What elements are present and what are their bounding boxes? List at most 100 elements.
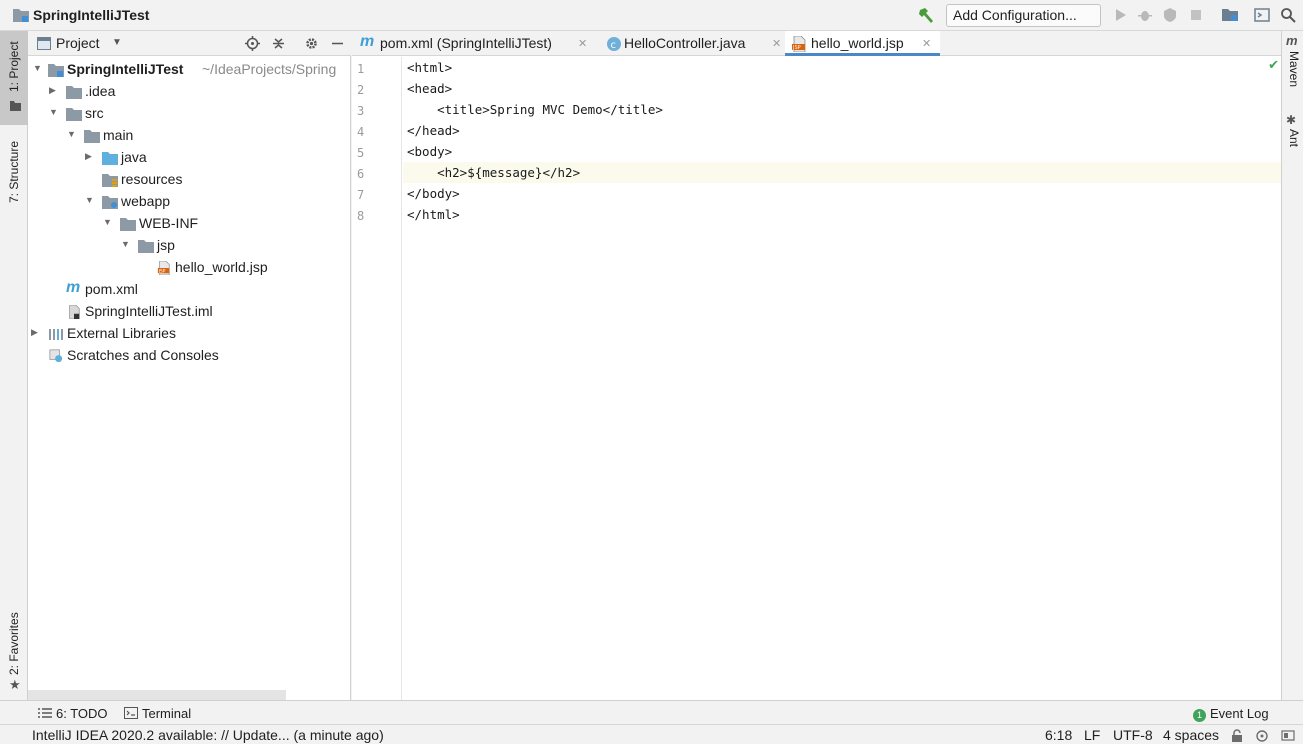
project-structure-icon[interactable] <box>1222 7 1238 23</box>
indent-setting[interactable]: 4 spaces <box>1163 727 1219 743</box>
tree-item-web-inf[interactable]: ▼ WEB-INF <box>28 213 351 235</box>
code-line[interactable]: </html> <box>403 204 1281 225</box>
tree-item-label: src <box>85 105 104 121</box>
no-problems-check-icon[interactable]: ✔ <box>1268 57 1279 73</box>
close-icon[interactable]: ✕ <box>578 37 587 50</box>
chevron-down-icon[interactable]: ▼ <box>103 217 113 227</box>
memory-indicator-icon[interactable] <box>1281 728 1295 742</box>
project-folder-icon <box>13 9 29 22</box>
run-icon[interactable] <box>1112 7 1128 23</box>
build-hammer-icon[interactable] <box>917 6 935 24</box>
tree-item-external-libraries[interactable]: ▶ External Libraries <box>28 323 351 345</box>
stop-icon[interactable] <box>1188 7 1204 23</box>
coverage-icon[interactable] <box>1162 7 1178 23</box>
collapse-all-icon[interactable] <box>271 36 286 51</box>
tab-label: hello_world.jsp <box>811 35 904 51</box>
tab-project[interactable]: 1: Project <box>0 31 28 125</box>
search-icon[interactable] <box>1280 7 1296 23</box>
tab-hello-world-jsp[interactable]: JSP hello_world.jsp ✕ <box>785 31 940 56</box>
tab-structure[interactable]: 7: Structure <box>0 127 28 227</box>
event-log-button[interactable]: 1 Event Log <box>1193 706 1269 722</box>
folder-icon <box>120 218 136 231</box>
tab-ant[interactable]: ✱ Ant <box>1285 113 1303 173</box>
tree-item-label: SpringIntelliJTest <box>67 61 184 77</box>
line-number-gutter: 1 2 3 4 5 6 7 8 <box>352 57 402 700</box>
chevron-down-icon[interactable]: ▼ <box>33 63 43 73</box>
code-line[interactable]: <head> <box>403 78 1281 99</box>
debug-icon[interactable] <box>1137 7 1153 23</box>
tree-item-webapp[interactable]: ▼ webapp <box>28 191 351 213</box>
close-icon[interactable]: ✕ <box>922 37 931 50</box>
tree-item-label: webapp <box>121 193 171 209</box>
line-separator[interactable]: LF <box>1084 727 1100 743</box>
tree-item-iml[interactable]: SpringIntelliJTest.iml <box>28 301 351 323</box>
code-editor[interactable]: <html> <head> <title>Spring MVC Demo</ti… <box>403 57 1281 700</box>
tree-item-label: WEB-INF <box>139 215 199 231</box>
add-configuration-button[interactable]: Add Configuration... <box>946 4 1101 27</box>
maven-icon: m <box>66 279 81 296</box>
todo-list-icon <box>38 708 52 718</box>
tab-structure-label: 7: Structure <box>7 140 21 203</box>
tree-item-project-root[interactable]: ▼ SpringIntelliJTest ~/IdeaProjects/Spri… <box>28 59 351 81</box>
tab-pom-xml[interactable]: m pom.xml (SpringIntelliJTest) ✕ <box>352 31 600 56</box>
code-line[interactable]: <title>Spring MVC Demo</title> <box>403 99 1281 120</box>
code-line[interactable]: </body> <box>403 183 1281 204</box>
event-log-label: Event Log <box>1210 706 1269 721</box>
project-view-selector[interactable]: Project <box>56 35 100 51</box>
tab-maven[interactable]: m Maven <box>1285 31 1303 111</box>
tab-hello-controller[interactable]: c HelloController.java ✕ <box>600 31 785 56</box>
gear-icon[interactable] <box>304 36 319 51</box>
lock-icon[interactable] <box>1231 729 1243 742</box>
tree-item-java[interactable]: ▶ java <box>28 147 351 169</box>
terminal-tool-button[interactable]: Terminal <box>124 706 191 721</box>
tree-item-pom-xml[interactable]: m pom.xml <box>28 279 351 301</box>
chevron-down-icon[interactable]: ▼ <box>112 37 122 48</box>
chevron-down-icon[interactable]: ▼ <box>49 107 59 117</box>
tree-item-resources[interactable]: resources <box>28 169 351 191</box>
code-line[interactable]: <html> <box>403 57 1281 78</box>
tree-item-src[interactable]: ▼ src <box>28 103 351 125</box>
line-number: 2 <box>357 83 365 97</box>
svg-text:JSP: JSP <box>792 45 801 51</box>
run-anything-icon[interactable] <box>1254 7 1270 23</box>
tree-item-hello-world-jsp[interactable]: JSP hello_world.jsp <box>28 257 351 279</box>
svg-text:c: c <box>611 40 617 51</box>
tree-item-jsp[interactable]: ▼ jsp <box>28 235 351 257</box>
tab-favorites[interactable]: 2: Favorites ★ <box>0 591 28 696</box>
chevron-right-icon[interactable]: ▶ <box>31 327 41 337</box>
tree-item-idea[interactable]: ▶ .idea <box>28 81 351 103</box>
project-panel-header: Project ▼ <box>28 31 351 56</box>
code-line[interactable]: </head> <box>403 120 1281 141</box>
project-name[interactable]: SpringIntelliJTest <box>33 7 149 23</box>
tree-item-label: pom.xml <box>85 281 138 297</box>
ant-icon: ✱ <box>1286 113 1297 127</box>
tree-item-label: Scratches and Consoles <box>67 347 219 363</box>
chevron-right-icon[interactable]: ▶ <box>85 151 95 161</box>
tab-label: pom.xml (SpringIntelliJTest) <box>380 35 552 51</box>
tree-item-scratches[interactable]: Scratches and Consoles <box>28 345 351 367</box>
minimize-icon[interactable] <box>330 36 345 51</box>
chevron-down-icon[interactable]: ▼ <box>85 195 95 205</box>
chevron-down-icon[interactable]: ▼ <box>67 129 77 139</box>
locate-icon[interactable] <box>245 36 260 51</box>
close-icon[interactable]: ✕ <box>772 37 781 50</box>
chevron-down-icon[interactable]: ▼ <box>121 239 131 249</box>
tree-item-label: SpringIntelliJTest.iml <box>85 303 213 319</box>
scratches-icon <box>49 349 63 363</box>
caret-position[interactable]: 6:18 <box>1045 727 1072 743</box>
svg-text:JSP: JSP <box>158 268 166 274</box>
status-message[interactable]: IntelliJ IDEA 2020.2 available: // Updat… <box>32 727 384 743</box>
folder-icon <box>66 86 82 99</box>
chevron-right-icon[interactable]: ▶ <box>49 85 59 95</box>
todo-tool-button[interactable]: 6: TODO <box>38 706 108 721</box>
tree-item-main[interactable]: ▼ main <box>28 125 351 147</box>
code-line[interactable]: <body> <box>403 141 1281 162</box>
folder-icon <box>10 101 21 111</box>
terminal-label: Terminal <box>142 706 192 721</box>
code-line-current[interactable]: <h2>${message}</h2> <box>403 162 1281 183</box>
project-view-icon <box>37 37 51 50</box>
inspector-icon[interactable] <box>1255 728 1269 742</box>
horizontal-scrollbar[interactable] <box>28 690 286 700</box>
file-encoding[interactable]: UTF-8 <box>1113 727 1153 743</box>
left-tool-strip: 1: Project 7: Structure 2: Favorites ★ <box>0 31 28 700</box>
